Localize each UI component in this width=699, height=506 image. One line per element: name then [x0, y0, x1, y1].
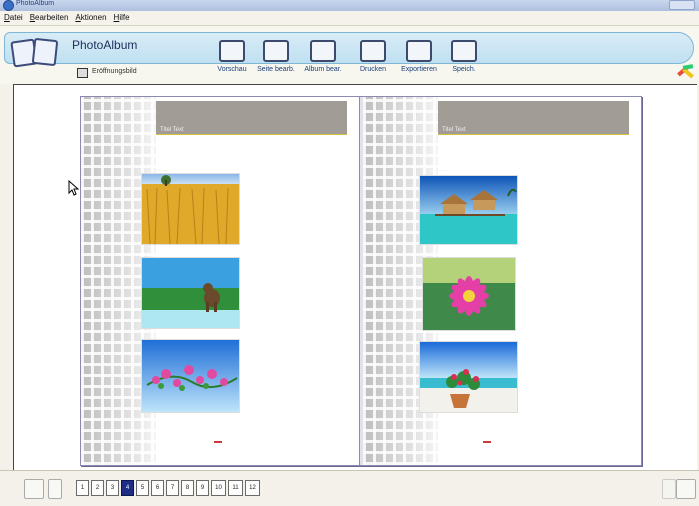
page-number-mark: [483, 441, 491, 443]
preview-button[interactable]: Vorschau: [209, 40, 255, 84]
print-icon: [360, 40, 386, 62]
menu-bar: Datei Bearbeiten Aktionen Hilfe: [0, 11, 699, 26]
page-button[interactable]: 9: [196, 480, 209, 496]
window-controls[interactable]: [669, 0, 695, 10]
previous-page-button[interactable]: [48, 479, 62, 499]
export-button[interactable]: Exportieren: [396, 40, 442, 84]
app-title: PhotoAlbum: [72, 38, 138, 52]
page-button[interactable]: 2: [91, 480, 104, 496]
page-button[interactable]: 8: [181, 480, 194, 496]
page-button[interactable]: 6: [151, 480, 164, 496]
page-button[interactable]: 5: [136, 480, 149, 496]
right-page[interactable]: Titel Text ..........: [363, 97, 641, 465]
edit-page-label: Seite bearb.: [257, 66, 295, 73]
mouse-cursor-icon: [68, 180, 80, 196]
save-label: Speich.: [452, 66, 476, 73]
page-number-mark: [214, 441, 222, 443]
bungalows-photo[interactable]: [419, 175, 518, 245]
save-button[interactable]: Speich.: [441, 40, 487, 84]
export-label: Exportieren: [401, 66, 437, 73]
back-to-overview-button[interactable]: [24, 479, 44, 499]
preview-icon: [219, 40, 245, 62]
page-button[interactable]: 7: [166, 480, 179, 496]
save-icon: [451, 40, 477, 62]
page-header-text: Titel Text: [442, 127, 466, 133]
next-page-button[interactable]: [662, 479, 676, 499]
preview-label: Vorschau: [217, 66, 247, 73]
page-navigation-bar: 1 2 3 4 5 6 7 8 9 10 11 12: [0, 470, 699, 506]
export-icon: [406, 40, 432, 62]
page-selector: 1 2 3 4 5 6 7 8 9 10 11 12: [76, 480, 262, 496]
photoalbum-logo: [10, 37, 59, 68]
dog-photo[interactable]: [141, 257, 240, 329]
menu-datei[interactable]: Datei: [0, 11, 26, 22]
left-page[interactable]: Titel Text .......... ...: [81, 97, 359, 465]
album-spread[interactable]: Titel Text .......... ... Titel Text ...…: [80, 96, 642, 466]
menu-hilfe[interactable]: Hilfe: [110, 11, 133, 22]
edit-page-icon: [263, 40, 289, 62]
pink-flower-photo[interactable]: [422, 257, 516, 331]
menu-aktionen[interactable]: Aktionen: [71, 11, 109, 22]
edit-page-button[interactable]: Seite bearb.: [253, 40, 299, 84]
page-button[interactable]: 12: [245, 480, 260, 496]
app-icon: [3, 0, 14, 11]
context-label[interactable]: Eröffnungsbild: [92, 68, 137, 75]
edit-album-button[interactable]: Album bear.: [300, 40, 346, 84]
print-button[interactable]: Drucken: [350, 40, 396, 84]
page-header[interactable]: Titel Text: [156, 101, 347, 135]
beach-plant-photo[interactable]: [419, 341, 518, 413]
page-button[interactable]: 10: [211, 480, 226, 496]
toolbar-ribbon: PhotoAlbum Eröffnungsbild Vorschau Seite…: [0, 26, 699, 84]
menu-bearbeiten[interactable]: Bearbeiten: [26, 11, 72, 22]
magic-wand-icon[interactable]: [677, 64, 695, 80]
page-button-current[interactable]: 4: [121, 480, 134, 496]
page-button[interactable]: 11: [228, 480, 243, 496]
edit-album-icon: [310, 40, 336, 62]
edit-album-label: Album bear.: [304, 66, 342, 73]
page-button[interactable]: 3: [106, 480, 119, 496]
page-button[interactable]: 1: [76, 480, 89, 496]
forward-icon[interactable]: [676, 479, 696, 499]
flowers-sky-photo[interactable]: [141, 339, 240, 413]
wheat-field-photo[interactable]: [141, 173, 240, 245]
context-icon: [77, 68, 88, 78]
page-header[interactable]: Titel Text: [438, 101, 629, 135]
page-header-text: Titel Text: [160, 127, 184, 133]
window-title: PhotoAlbum: [16, 0, 55, 7]
print-label: Drucken: [359, 66, 387, 73]
window-titlebar: PhotoAlbum: [0, 0, 699, 11]
